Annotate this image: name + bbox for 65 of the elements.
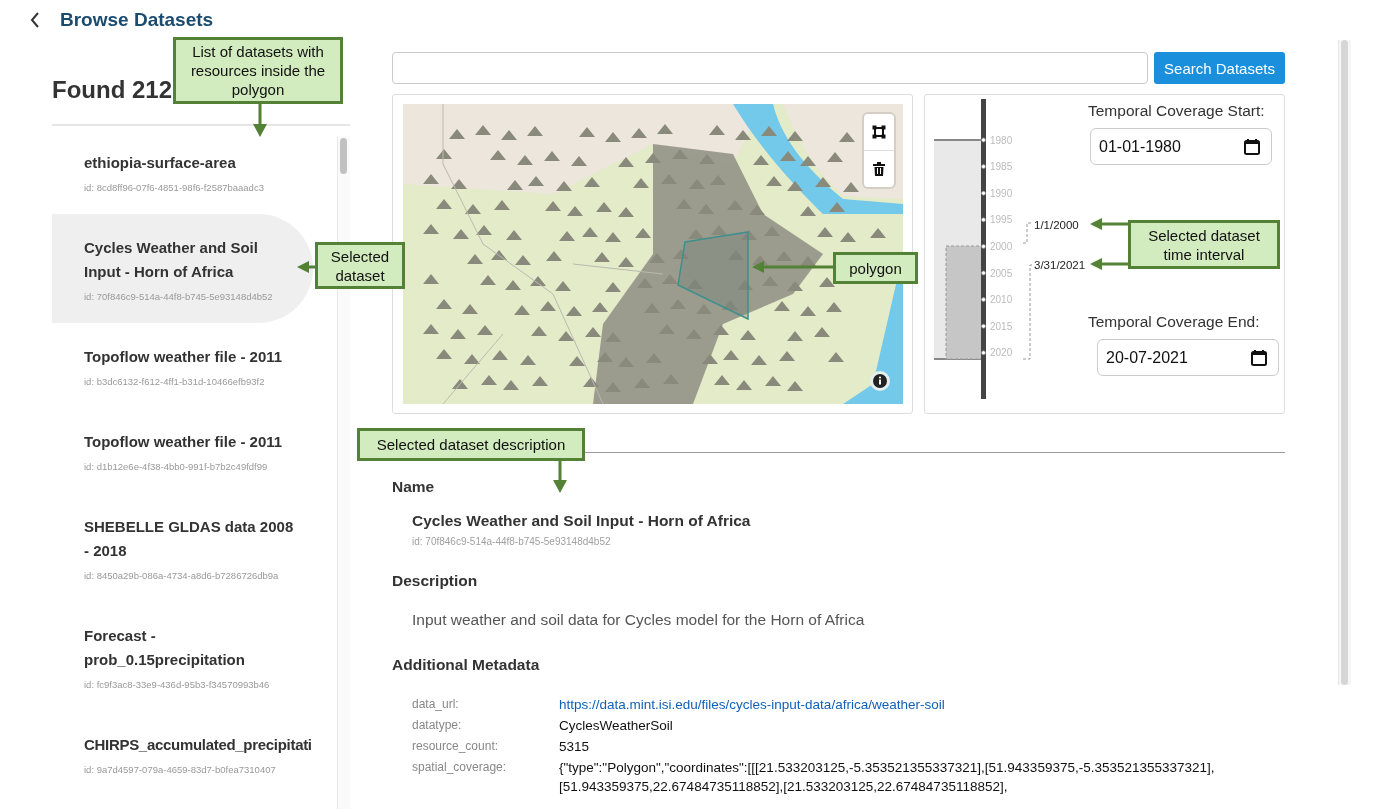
- callout-label: Selected dataset time interval: [1128, 220, 1280, 269]
- callout-label: Selected dataset description: [357, 428, 585, 461]
- tick-label: 2005: [990, 267, 1013, 279]
- tick-label: 1995: [990, 214, 1013, 226]
- dataset-name: Cycles Weather and Soil Input - Horn of Africa: [84, 238, 259, 282]
- callout-label: Selected dataset: [315, 242, 405, 289]
- metadata-key: datatype:: [412, 716, 559, 735]
- dataset-name: ethiopia-surface-area: [84, 153, 237, 173]
- date-field[interactable]: 01-01-1980: [1090, 128, 1272, 165]
- metadata-link[interactable]: https://data.mint.isi.edu/files/cycles-input-data/africa/weather-soil: [559, 695, 1285, 714]
- metadata-key: spatial_coverage:: [412, 758, 559, 796]
- section-heading: Description: [392, 571, 479, 591]
- draw-polygon-icon[interactable]: [872, 125, 886, 139]
- metadata-value: 5315: [559, 738, 591, 756]
- dataset-id: id: b3dc6132-f612-4ff1-b31d-10466efb93f2: [84, 375, 266, 389]
- dataset-item[interactable]: Topoflow weather file - 2011 id: b3dc6132-f612-4ff1-b31d-10466efb93f2: [52, 323, 314, 408]
- dataset-id: id: fc9f3ac8-33e9-436d-95b3-f34570993b46: [84, 678, 271, 692]
- back-icon[interactable]: [30, 12, 40, 28]
- dataset-name: SHEBELLE GLDAS data 2008 - 2018: [84, 517, 294, 561]
- tick-label: 1985: [990, 161, 1013, 173]
- metadata-key: data_url:: [412, 695, 559, 714]
- callout-label: List of datasets with resources inside the polygon: [173, 37, 343, 104]
- dataset-item[interactable]: Forecast - prob_0.15precipitation id: fc9f3ac8-33e9-436d-95b3-f34570993b46: [52, 602, 314, 711]
- dataset-item[interactable]: CHIRPS_accumulated_precipitati id: 9a7d4597-079a-4659-83d7-b0fea7310407: [52, 711, 314, 796]
- dataset-id: id: 70f846c9-514a-44f8-b745-5e93148d4b52: [412, 536, 612, 547]
- dataset-name: Topoflow weather file - 2011: [84, 432, 284, 452]
- dataset-id: id: d1b12e6e-4f38-4bb0-991f-b7b2c49fdf99: [84, 460, 269, 474]
- dataset-item[interactable]: Topoflow weather file - 2011 id: d1b12e6e-4f38-4bb0-991f-b7b2c49fdf99: [52, 408, 314, 493]
- tick-label: 2000: [990, 240, 1013, 252]
- callout-label: polygon: [833, 252, 918, 284]
- info-icon[interactable]: [870, 371, 890, 391]
- calendar-icon[interactable]: [1250, 348, 1268, 367]
- scrollbar[interactable]: [1338, 40, 1351, 685]
- metadata-value: CyclesWeatherSoil: [559, 717, 674, 735]
- dataset-id: id: 9a7d4597-079a-4659-83d7-b0fea7310407: [84, 763, 277, 777]
- field-label: Temporal Coverage End:: [1088, 313, 1261, 331]
- dataset-id: id: 8cd8ff96-07f6-4851-98f6-f2587baaadc3: [84, 181, 265, 195]
- page-title: Browse Datasets: [60, 9, 214, 31]
- calendar-icon[interactable]: [1243, 137, 1261, 156]
- dataset-item[interactable]: Cycles Weather and Soil Input - Horn of Africa id: 70f846c9-514a-44f8-b745-5e93148d4b52: [52, 214, 314, 323]
- description-text: Input weather and soil data for Cycles model for the Horn of Africa: [412, 611, 866, 629]
- search-field[interactable]: [392, 52, 1148, 84]
- metadata-key: resource_count:: [412, 737, 559, 756]
- dataset-item[interactable]: SHEBELLE GLDAS data 2008 - 2018 id: 8450a29b-086a-4734-a8d6-b7286726db9a: [52, 493, 314, 602]
- tick-label: 2010: [990, 294, 1013, 306]
- metadata-value: {"type":"Polygon","coordinates":[[[21.533203125,-5.353521355337321],[51.943359375,-5.353521355337321], [51.943359375,22.67484735118852],[21.533203125,22.67484735118852],: [559, 759, 1216, 796]
- interval-start-label: 1/1/2000: [1034, 219, 1079, 231]
- section-heading: Additional Metadata: [392, 655, 541, 675]
- section-heading: Name: [392, 477, 436, 497]
- dataset-name: Topoflow weather file - 2011: [84, 347, 284, 367]
- dataset-name: Cycles Weather and Soil Input - Horn of Africa: [412, 511, 752, 531]
- tick-label: 2015: [990, 320, 1013, 332]
- dataset-id: id: 8450a29b-086a-4734-a8d6-b7286726db9a: [84, 569, 280, 583]
- field-label: Temporal Coverage Start:: [1088, 102, 1266, 120]
- search-button[interactable]: Search Datasets: [1154, 52, 1285, 84]
- dataset-item[interactable]: ethiopia-surface-area id: 8cd8ff96-07f6-4851-98f6-f2587baaadc3: [52, 129, 314, 214]
- dataset-id: id: 70f846c9-514a-44f8-b745-5e93148d4b52: [84, 290, 274, 304]
- dataset-name: Forecast - prob_0.15precipitation: [84, 626, 246, 670]
- date-field[interactable]: 20-07-2021: [1097, 339, 1279, 376]
- interval-end-label: 3/31/2021: [1034, 259, 1086, 271]
- trash-icon[interactable]: [873, 162, 885, 176]
- tick-label: 1990: [990, 187, 1013, 199]
- dataset-name: CHIRPS_accumulated_precipitati: [84, 735, 313, 755]
- tick-label: 1980: [990, 134, 1013, 146]
- tick-label: 2020: [990, 347, 1013, 359]
